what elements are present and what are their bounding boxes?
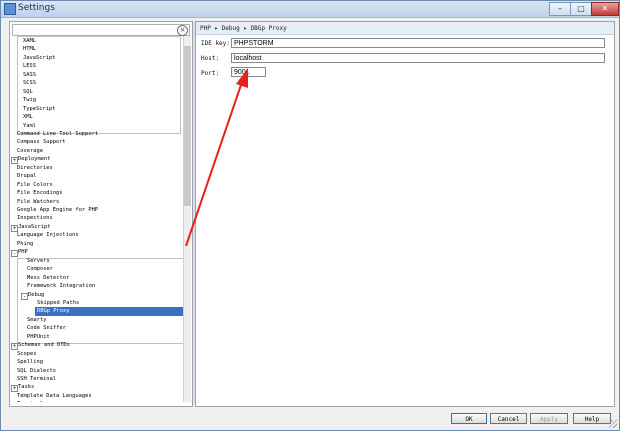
tree-item-label: SSH Terminal <box>17 376 56 382</box>
tree-item-label: Twig <box>23 97 36 104</box>
tree-item-label: Composer <box>27 266 53 273</box>
tree-item-label: Mess Detector <box>27 274 70 281</box>
tree-item-label: Spelling <box>17 359 43 366</box>
tree-item[interactable]: DBGp Proxy <box>35 307 183 317</box>
settings-tree: XAML HTML JavaScript LESS SASS SCSS SQL Twig Typ… <box>11 36 183 402</box>
tree-item-label: Inspections <box>17 215 53 222</box>
tree-item-label: Deployment <box>18 156 51 163</box>
tree-item-label: SQL <box>23 88 33 95</box>
host-label: Host: <box>201 55 220 62</box>
tree-item-label: Tasks <box>18 384 35 391</box>
tree-item-label: TypeScript <box>23 105 56 112</box>
tree-item-label: Yaml <box>23 122 36 129</box>
resize-grip[interactable] <box>609 420 617 428</box>
ide-key-field[interactable]: PHPSTORM <box>231 38 605 48</box>
tree-item-label: Servers <box>27 257 50 264</box>
tree-item-label: SQL Dialects <box>17 367 56 374</box>
app-icon <box>4 3 16 15</box>
tree-item-label: Code Sniffer <box>27 325 66 332</box>
tree-item-label: Directories <box>17 164 53 171</box>
settings-window: Settings – □ ✕ × XAML HTML JavaScript LESS S… <box>0 0 620 431</box>
tree-item-label: HTML <box>23 46 36 53</box>
tree-item-label: XML <box>23 114 33 121</box>
minimize-button[interactable]: – <box>549 2 571 16</box>
maximize-button[interactable]: □ <box>570 2 592 16</box>
tree-item-label: Framework Integration <box>27 283 96 290</box>
tree-item-label: File Encodings <box>17 190 63 197</box>
close-button[interactable]: ✕ <box>591 2 619 16</box>
tree-item-label: Skipped Paths <box>37 299 80 306</box>
settings-content-panel: PHP ▸ Debug ▸ DBGp Proxy IDE key: PHPSTO… <box>195 21 615 407</box>
tree-item-label: Scopes <box>17 350 37 357</box>
window-title: Settings <box>18 3 55 13</box>
tree-item-label: LESS <box>23 63 36 70</box>
tree-item-label: XAML <box>23 38 36 44</box>
cancel-button[interactable]: Cancel <box>490 413 527 424</box>
collapse-icon[interactable]: - <box>21 292 28 300</box>
clear-search-icon[interactable]: × <box>177 25 188 36</box>
tree-item-label: Command Line Tool Support <box>17 130 99 137</box>
tree-item-label: JavaScript <box>18 223 51 230</box>
tree-item-label: SASS <box>23 71 36 78</box>
tree-item-label: Smarty <box>27 316 47 323</box>
tree-scrollbar[interactable] <box>183 36 191 402</box>
tree-item-label: Schemas and DTDs <box>18 342 70 349</box>
tree-scrollbar-thumb[interactable] <box>184 46 191 206</box>
apply-button[interactable]: Apply <box>530 413 568 424</box>
tree-item-label: PHP <box>18 249 28 256</box>
port-label: Port: <box>201 70 220 77</box>
tree-item-label: Drupal <box>17 173 37 180</box>
tree-item-label: DBGp Proxy <box>37 308 70 315</box>
tree-item-label: Phing <box>17 240 34 247</box>
tree-item-label: Google App Engine for PHP <box>17 207 99 213</box>
tree-item-label: Template Data Languages <box>17 392 92 399</box>
breadcrumb: PHP ▸ Debug ▸ DBGp Proxy <box>196 22 614 35</box>
search-input[interactable]: × <box>12 24 190 36</box>
tree-item-label: Language Injections <box>17 232 79 239</box>
settings-tree-panel: × XAML HTML JavaScript LESS SASS SCSS SQL Twig T… <box>9 21 193 407</box>
host-field[interactable]: localhost <box>231 53 605 63</box>
tree-item-label: Terminal <box>17 401 43 402</box>
tree-item-label: Compass Support <box>17 139 66 146</box>
tree-item[interactable]: Terminal <box>17 400 43 402</box>
tree-item-label: JavaScript <box>23 54 56 61</box>
collapse-icon[interactable]: - <box>11 250 18 258</box>
tree-item-label: PHPUnit <box>27 333 50 340</box>
port-field[interactable]: 9001 <box>231 67 266 77</box>
tree-item-label: Coverage <box>17 147 43 154</box>
title-bar[interactable]: Settings – □ ✕ <box>1 1 619 18</box>
ok-button[interactable]: OK <box>451 413 487 424</box>
tree-item-label: Debug <box>28 291 45 298</box>
tree-item-label: File Colors <box>17 181 53 188</box>
ide-key-label: IDE key: <box>201 40 230 47</box>
tree-item-label: File Watchers <box>17 198 60 205</box>
languages-subtree-frame <box>17 36 181 134</box>
tree-item-label: SCSS <box>23 80 36 87</box>
help-button[interactable]: Help <box>573 413 611 424</box>
